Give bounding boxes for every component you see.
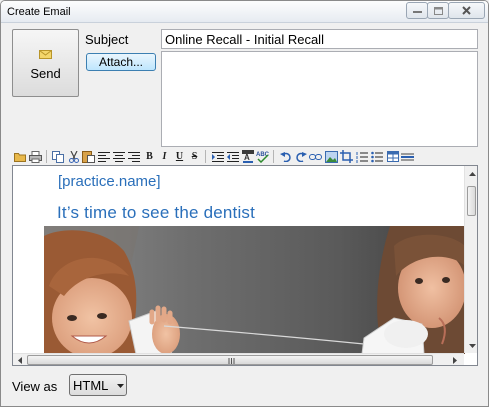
cut-icon[interactable] [67,150,80,163]
email-body-editor[interactable]: [practice.name] It’s time to see the den… [12,165,478,366]
print-icon[interactable] [29,150,42,163]
attach-button[interactable]: Attach... [86,53,156,71]
paste-icon[interactable] [82,150,95,163]
practice-name-placeholder: [practice.name] [58,173,161,190]
spell-check-icon[interactable]: ABC [256,150,269,163]
editor-vertical-scrollbar[interactable] [464,166,477,353]
svg-text:A: A [244,153,250,162]
formatting-toolbar: B I U S A ABC [12,149,478,165]
font-color-icon[interactable]: A [241,150,254,163]
strikethrough-icon[interactable]: S [188,150,201,163]
undo-icon[interactable] [279,150,292,163]
table-icon[interactable] [386,150,399,163]
minimize-button[interactable] [406,2,428,19]
email-headline: It’s time to see the dentist [57,203,256,222]
chevron-down-icon [117,384,124,388]
subject-input[interactable] [161,29,478,49]
close-button[interactable] [448,2,485,19]
redo-icon[interactable] [294,150,307,163]
send-button[interactable]: Send [12,29,79,97]
maximize-button[interactable] [427,2,449,19]
view-as-dropdown[interactable]: HTML [69,374,127,396]
scroll-up-arrow-icon[interactable] [467,169,477,179]
send-label: Send [30,66,61,81]
view-as-value: HTML [73,378,109,393]
bulleted-list-icon[interactable] [370,150,383,163]
attachments-list[interactable] [161,51,478,147]
bold-icon[interactable]: B [143,150,156,163]
crop-icon[interactable] [340,150,353,163]
horizontal-scroll-thumb[interactable] [27,355,433,365]
vertical-scroll-thumb[interactable] [467,186,476,216]
dentist-reminder-photo [44,226,465,354]
scroll-left-arrow-icon[interactable] [15,355,25,365]
align-right-icon[interactable] [127,150,140,163]
view-as-label: View as [12,379,58,394]
maximize-icon [433,6,443,15]
align-center-icon[interactable] [112,150,125,163]
subject-label: Subject [85,32,129,47]
copy-icon[interactable] [52,150,65,163]
image-icon[interactable] [325,150,338,163]
indent-icon[interactable] [211,150,224,163]
create-email-window: Create Email Send Subject Attach... [0,0,489,407]
underline-icon[interactable]: U [173,150,186,163]
scroll-down-arrow-icon[interactable] [467,341,477,351]
minimize-icon [412,10,422,13]
scroll-right-arrow-icon[interactable] [450,355,460,365]
envelope-icon [39,50,52,59]
link-icon[interactable] [309,150,322,163]
toolbar-separator [273,150,274,163]
toolbar-separator [46,150,47,163]
align-left-icon[interactable] [97,150,110,163]
window-title: Create Email [7,6,71,18]
editor-horizontal-scrollbar[interactable] [13,353,464,365]
horizontal-rule-icon[interactable] [401,150,414,163]
outdent-icon[interactable] [226,150,239,163]
toolbar-separator [205,150,206,163]
open-folder-icon[interactable] [14,150,27,163]
grip-icon [228,358,235,364]
italic-icon[interactable]: I [158,150,171,163]
close-icon [462,6,471,15]
numbered-list-icon[interactable] [355,150,368,163]
title-bar[interactable]: Create Email [1,1,488,23]
